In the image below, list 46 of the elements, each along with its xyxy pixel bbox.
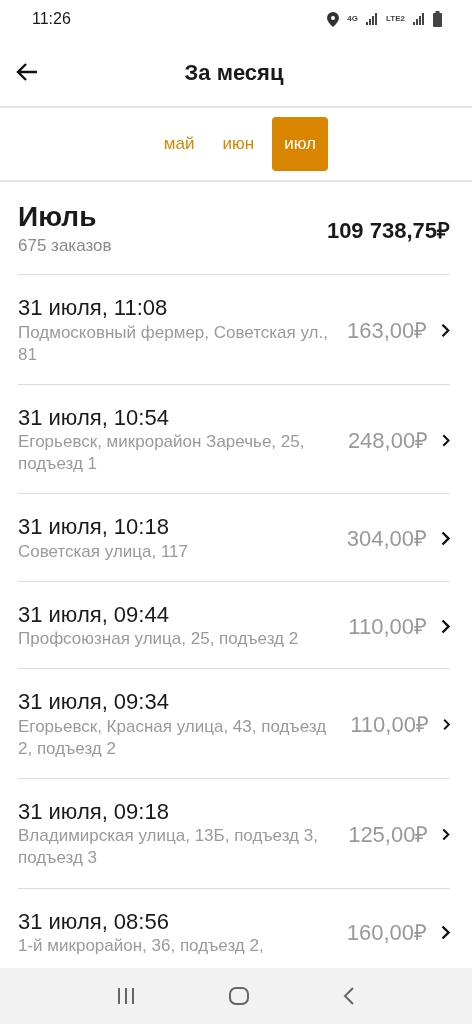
month-title: Июль [18, 202, 98, 233]
signal-icon [366, 13, 379, 25]
chevron-right-icon[interactable] [441, 925, 450, 941]
order-address: Советская улица, 117 [18, 540, 190, 563]
order-address: Егорьевск, микрорайон Заречье, 25, подъезд 1 [18, 431, 306, 476]
recent-apps-icon[interactable] [117, 988, 135, 1004]
back-icon[interactable] [343, 987, 355, 1005]
order-date: 31 июля, 09:44 [18, 601, 170, 629]
order-address: Владимирская улица, 13Б, подъезд 3, подъезд 3 [18, 825, 319, 870]
order-address: Профсоюзная улица, 25, подъезд 2 [18, 628, 300, 651]
order-date: 31 июля, 09:18 [18, 799, 170, 826]
order-date: 31 июля, 10:18 [18, 514, 170, 541]
chevron-right-icon[interactable] [442, 432, 450, 448]
order-price: 160,00₽ [346, 919, 427, 948]
orders-count: 675 заказов [18, 234, 112, 257]
order-price: 248,00₽ [347, 426, 429, 455]
month-tab[interactable]: июл [272, 117, 329, 171]
chevron-right-icon[interactable] [442, 717, 450, 733]
order-price: 163,00₽ [347, 317, 428, 346]
order-address: Егорьевск, Красная улица, 43, подъезд 2, подъезд 2 [18, 715, 328, 760]
month-total: 109 738,75₽ [326, 216, 450, 245]
signal-icon [413, 13, 425, 25]
chevron-right-icon[interactable] [441, 531, 450, 547]
page-title: За месяц [183, 58, 285, 87]
month-tab[interactable]: июн [212, 117, 265, 171]
back-arrow-icon[interactable] [16, 63, 38, 81]
order-date: 31 июля, 10:54 [18, 404, 170, 432]
order-date: 31 июля, 09:34 [18, 689, 170, 716]
order-price: 110,00₽ [348, 612, 427, 641]
chevron-right-icon[interactable] [442, 826, 450, 842]
order-price: 110,00₽ [350, 711, 429, 740]
order-price: 304,00₽ [346, 525, 427, 554]
location-icon [327, 11, 340, 27]
battery-icon [433, 11, 442, 27]
order-price: 125,00₽ [348, 820, 429, 849]
home-icon[interactable] [229, 987, 249, 1005]
status-time: 11:26 [32, 9, 71, 29]
order-address: 1-й микрорайон, 36, подъезд 2, [18, 934, 265, 957]
network-type: 4G [347, 15, 359, 23]
chevron-right-icon[interactable] [441, 323, 450, 339]
network-type: LTE2 [386, 15, 405, 23]
order-address: Подмосковный фермер, Советская ул., 81 [18, 321, 329, 366]
chevron-right-icon[interactable] [441, 618, 450, 634]
month-tab[interactable]: май [153, 117, 205, 171]
order-date: 31 июля, 11:08 [18, 295, 169, 322]
order-date: 31 июля, 08:56 [18, 908, 170, 935]
